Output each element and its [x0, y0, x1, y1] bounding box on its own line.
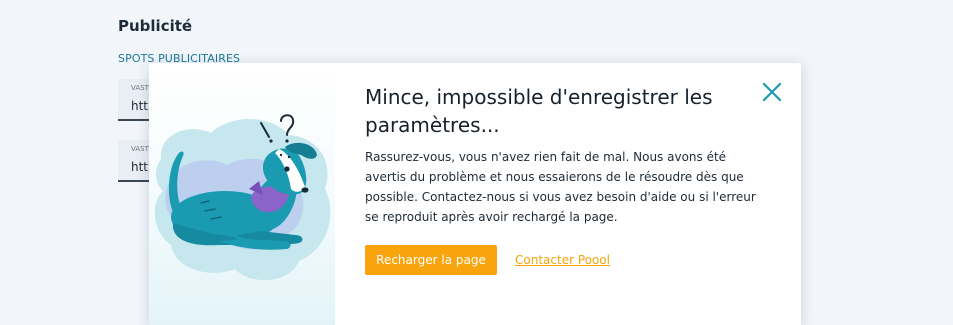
confused-dog-illustration: [154, 114, 331, 281]
page-title: Publicité: [118, 17, 193, 35]
field-label: VAST: [131, 145, 149, 153]
contact-poool-link[interactable]: Contacter Poool: [515, 253, 610, 267]
modal-title: Mince, impossible d'enregistrer les para…: [365, 85, 713, 137]
modal-message: Rassurez-vous, vous n'avez rien fait de …: [365, 150, 756, 224]
error-modal: Mince, impossible d'enregistrer les para…: [149, 63, 801, 325]
field-label: VAST: [131, 84, 149, 92]
close-button[interactable]: [761, 81, 783, 103]
reload-page-button[interactable]: Recharger la page: [365, 245, 497, 275]
close-icon: [762, 82, 782, 102]
illustration-panel: [149, 63, 335, 325]
